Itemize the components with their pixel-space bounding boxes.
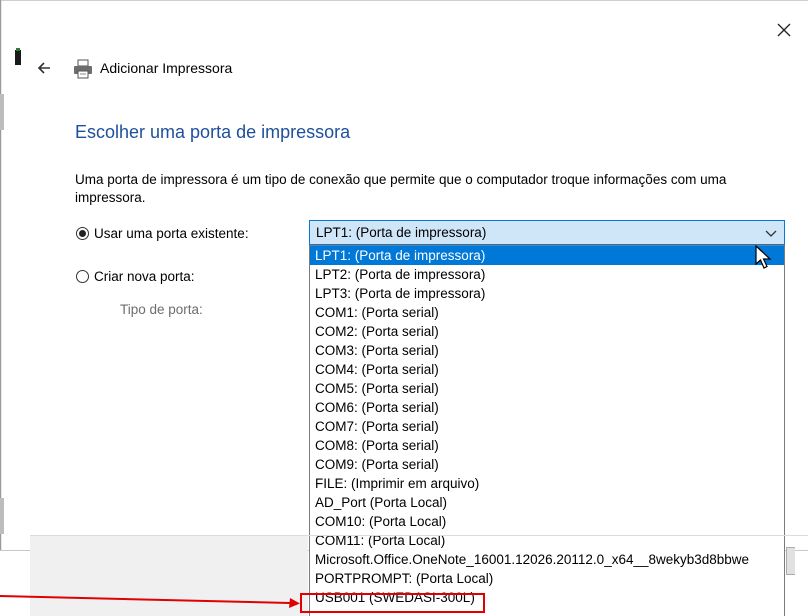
annotation-highlight-box	[300, 593, 485, 613]
port-option-com6[interactable]: COM6: (Porta serial)	[310, 398, 784, 417]
side-notch	[0, 94, 4, 130]
port-option-lpt3[interactable]: LPT3: (Porta de impressora)	[310, 284, 784, 303]
radio-unchecked-icon[interactable]	[76, 270, 89, 283]
port-option-ad-port[interactable]: AD_Port (Porta Local)	[310, 493, 784, 512]
port-option-com5[interactable]: COM5: (Porta serial)	[310, 379, 784, 398]
port-option-com2[interactable]: COM2: (Porta serial)	[310, 322, 784, 341]
port-option-lpt1[interactable]: LPT1: (Porta de impressora)	[310, 246, 784, 265]
port-option-file[interactable]: FILE: (Imprimir em arquivo)	[310, 474, 784, 493]
footer-button-edge[interactable]	[786, 547, 795, 575]
existing-port-select[interactable]: LPT1: (Porta de impressora)	[309, 220, 785, 245]
footer-divider	[30, 535, 808, 536]
port-option-portprompt[interactable]: PORTPROMPT: (Porta Local)	[310, 569, 784, 588]
page-description: Uma porta de impressora é um tipo de con…	[75, 172, 727, 205]
use-existing-port-radio[interactable]: Usar uma porta existente:	[76, 226, 249, 241]
port-option-com9[interactable]: COM9: (Porta serial)	[310, 455, 784, 474]
dialog-title: Adicionar Impressora	[100, 60, 233, 76]
radio-checked-icon[interactable]	[76, 227, 89, 240]
mouse-cursor-icon	[755, 245, 772, 269]
port-option-com11[interactable]: COM11: (Porta Local)	[310, 531, 784, 550]
port-option-lpt2[interactable]: LPT2: (Porta de impressora)	[310, 265, 784, 284]
window-top-edge	[0, 0, 808, 1]
annotation-arrow-icon	[0, 595, 300, 608]
port-option-onenote[interactable]: Microsoft.Office.OneNote_16001.12026.201…	[310, 550, 784, 569]
app-icon	[15, 48, 21, 65]
window-left-edge	[0, 0, 1, 551]
use-existing-port-label: Usar uma porta existente:	[94, 226, 249, 241]
port-option-com3[interactable]: COM3: (Porta serial)	[310, 341, 784, 360]
port-option-com1[interactable]: COM1: (Porta serial)	[310, 303, 784, 322]
back-arrow-icon[interactable]	[34, 58, 54, 78]
create-new-port-label: Criar nova porta:	[94, 269, 195, 284]
create-new-port-radio[interactable]: Criar nova porta:	[76, 269, 195, 284]
close-icon[interactable]	[772, 18, 796, 42]
chevron-down-icon	[765, 230, 777, 237]
port-dropdown-list[interactable]: LPT1: (Porta de impressora) LPT2: (Porta…	[309, 245, 785, 616]
page-heading: Escolher uma porta de impressora	[75, 122, 351, 142]
port-option-com8[interactable]: COM8: (Porta serial)	[310, 436, 784, 455]
port-option-com10[interactable]: COM10: (Porta Local)	[310, 512, 784, 531]
port-option-com4[interactable]: COM4: (Porta serial)	[310, 360, 784, 379]
side-notch-lower	[0, 498, 4, 534]
printer-icon	[74, 59, 92, 79]
port-type-label: Tipo de porta:	[120, 302, 203, 317]
existing-port-select-value: LPT1: (Porta de impressora)	[316, 225, 487, 240]
port-option-com7[interactable]: COM7: (Porta serial)	[310, 417, 784, 436]
